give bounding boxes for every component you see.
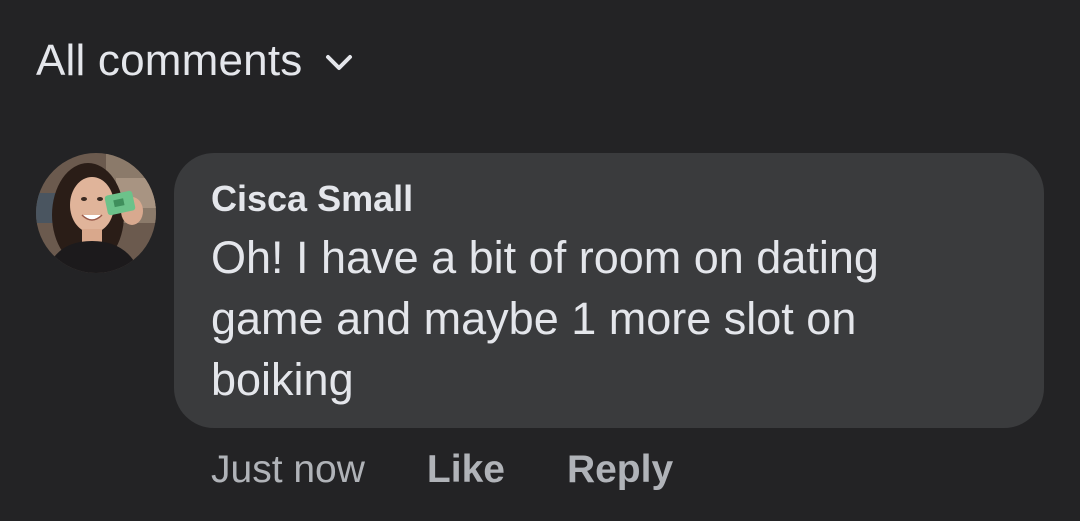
comment-filter-label: All comments <box>36 36 303 85</box>
comment-bubble: Cisca Small Oh! I have a bit of room on … <box>174 153 1044 428</box>
reply-button[interactable]: Reply <box>567 448 673 492</box>
chevron-down-icon <box>326 55 353 70</box>
avatar[interactable] <box>36 153 156 273</box>
comment-timestamp[interactable]: Just now <box>211 448 365 492</box>
comment-actions: Just now Like Reply <box>211 448 673 492</box>
avatar-photo <box>36 153 156 273</box>
like-button[interactable]: Like <box>427 448 505 492</box>
comment-filter-dropdown[interactable]: All comments <box>36 36 354 86</box>
comment-text: Oh! I have a bit of room on dating game … <box>211 232 879 405</box>
comment-author-name[interactable]: Cisca Small <box>211 177 1008 221</box>
comments-section: All comments Cisca Small Oh! I have a bi… <box>0 0 1080 521</box>
